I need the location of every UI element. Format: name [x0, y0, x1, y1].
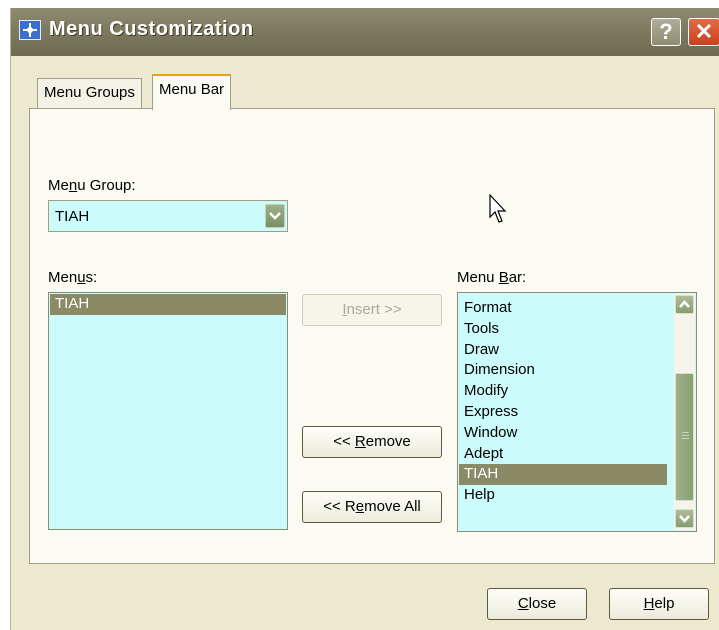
- help-title-button[interactable]: ?: [651, 18, 681, 46]
- tab-label: Menu Groups: [44, 84, 135, 101]
- help-button[interactable]: Help: [609, 588, 709, 620]
- window-title: Menu Customization: [49, 18, 254, 40]
- menus-label: Menus:: [48, 269, 98, 286]
- list-item[interactable]: Draw: [459, 340, 667, 361]
- mouse-pointer-icon: [489, 194, 507, 223]
- tab-menu-groups[interactable]: Menu Groups: [37, 78, 142, 108]
- list-item[interactable]: Window: [459, 423, 667, 444]
- remove-all-button[interactable]: << Remove All: [302, 491, 442, 523]
- list-item[interactable]: Help: [459, 485, 667, 506]
- menu-bar-label: Menu Bar:: [457, 269, 527, 286]
- app-icon: [19, 20, 41, 40]
- list-item[interactable]: Dimension: [459, 360, 667, 381]
- question-icon: ?: [659, 19, 673, 44]
- menus-list[interactable]: TIAH: [48, 292, 288, 530]
- close-icon: ✕: [694, 19, 714, 44]
- tab-menu-bar[interactable]: Menu Bar: [152, 74, 232, 110]
- list-item[interactable]: TIAH: [459, 464, 667, 486]
- close-title-button[interactable]: ✕: [688, 18, 719, 46]
- list-item[interactable]: Adept: [459, 444, 667, 465]
- title-bar[interactable]: Menu Customization ? ✕: [11, 8, 719, 56]
- chevron-down-icon[interactable]: [265, 204, 285, 228]
- insert-button[interactable]: Insert >>: [302, 294, 442, 326]
- scrollbar-thumb[interactable]: [675, 373, 694, 501]
- menu-group-label: Menu Group:: [48, 177, 136, 194]
- menu-group-select[interactable]: TIAH: [48, 200, 288, 232]
- chevron-up-icon[interactable]: [675, 295, 694, 314]
- remove-button[interactable]: << Remove: [302, 426, 442, 458]
- close-button[interactable]: Close: [487, 588, 587, 620]
- tab-label: Menu Bar: [159, 81, 225, 98]
- list-item[interactable]: TIAH: [50, 294, 286, 315]
- dialog-window: Menu Customization ? ✕ Menu Groups Menu …: [10, 8, 719, 630]
- list-item[interactable]: Modify: [459, 381, 667, 402]
- menu-group-value: TIAH: [55, 208, 90, 225]
- vertical-scrollbar[interactable]: [674, 294, 695, 530]
- list-item[interactable]: Format: [459, 298, 667, 319]
- menu-bar-list[interactable]: Format Tools Draw Dimension Modify Expre…: [457, 292, 697, 532]
- list-item[interactable]: Express: [459, 402, 667, 423]
- chevron-down-icon[interactable]: [675, 509, 694, 528]
- list-item[interactable]: Tools: [459, 319, 667, 340]
